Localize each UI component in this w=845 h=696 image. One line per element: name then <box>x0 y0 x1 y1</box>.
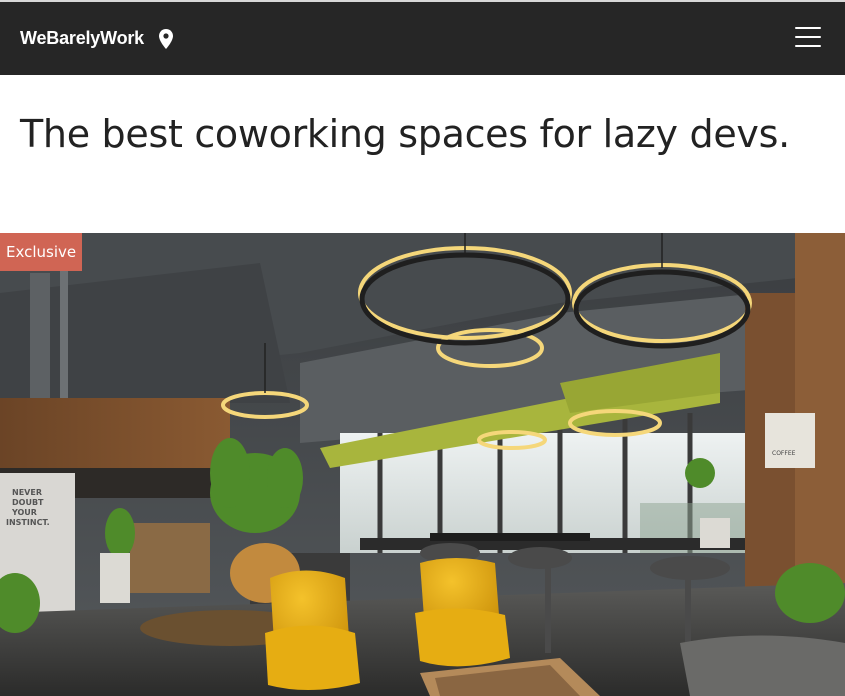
svg-text:YOUR: YOUR <box>11 508 37 517</box>
svg-text:DOUBT: DOUBT <box>12 498 44 507</box>
coworking-space-image: NEVER DOUBT YOUR INSTINCT. COFFEE <box>0 233 845 696</box>
hamburger-menu-icon[interactable] <box>795 27 821 49</box>
listing-photo[interactable]: NEVER DOUBT YOUR INSTINCT. COFFEE <box>0 233 845 696</box>
brand-name: WeBarelyWork <box>20 28 144 48</box>
navbar: WeBarelyWork <box>0 2 845 75</box>
brand-link[interactable]: WeBarelyWork <box>20 28 173 49</box>
svg-text:NEVER: NEVER <box>12 488 42 497</box>
page-title: The best coworking spaces for lazy devs. <box>20 112 790 156</box>
exclusive-badge: Exclusive <box>0 233 83 271</box>
map-pin-icon[interactable] <box>159 28 173 49</box>
hero-section: The best coworking spaces for lazy devs. <box>0 75 845 233</box>
svg-text:COFFEE: COFFEE <box>772 450 796 457</box>
svg-text:INSTINCT.: INSTINCT. <box>6 518 50 527</box>
